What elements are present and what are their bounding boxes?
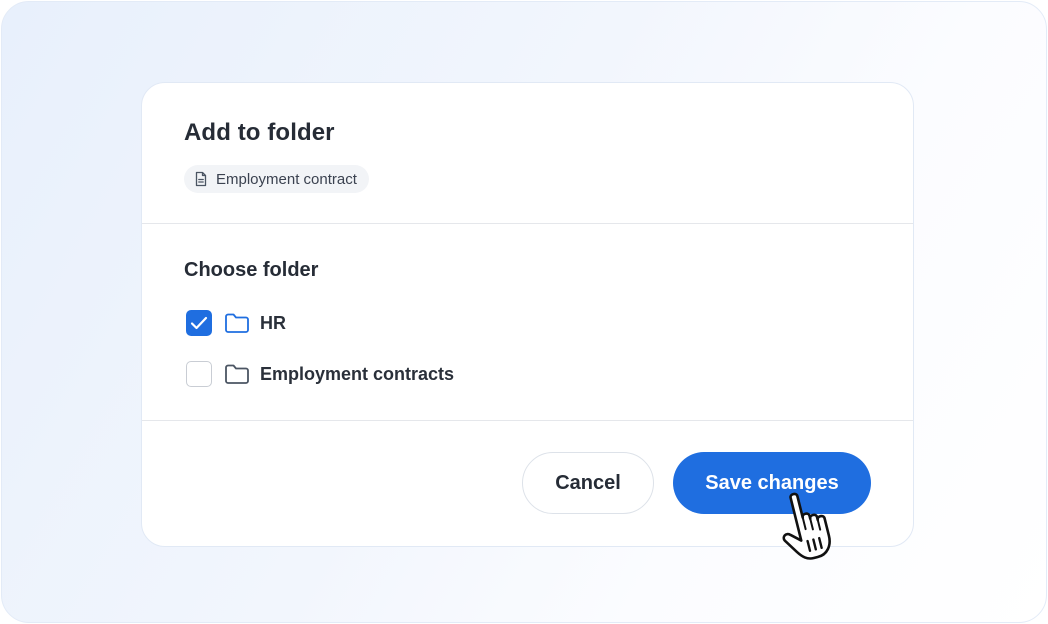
- choose-folder-title: Choose folder: [184, 259, 319, 281]
- folder-label-employment-contracts: Employment contracts: [260, 363, 455, 384]
- choose-folder-section: Choose folder HR Employment contracts: [142, 224, 913, 421]
- background-frame: Add to folder Employment contract Choose…: [1, 1, 1047, 623]
- folder-option-hr[interactable]: HR: [186, 310, 286, 336]
- employment-contracts-checkbox[interactable]: [186, 361, 212, 387]
- checkmark-icon: [190, 316, 208, 330]
- dialog-title: Add to folder: [184, 119, 335, 146]
- document-icon: [194, 171, 208, 187]
- folder-option-employment-contracts[interactable]: Employment contracts: [186, 361, 454, 387]
- folder-label-hr: HR: [260, 312, 286, 333]
- folder-icon: [224, 363, 250, 385]
- dialog-header: Add to folder Employment contract: [142, 83, 913, 224]
- document-chip-label: Employment contract: [216, 170, 357, 188]
- document-chip: Employment contract: [184, 165, 369, 193]
- cancel-button[interactable]: Cancel: [522, 452, 654, 514]
- folder-icon: [224, 312, 250, 334]
- hand-pointer-icon: [774, 488, 846, 564]
- add-to-folder-dialog: Add to folder Employment contract Choose…: [141, 82, 914, 547]
- hr-checkbox[interactable]: [186, 310, 212, 336]
